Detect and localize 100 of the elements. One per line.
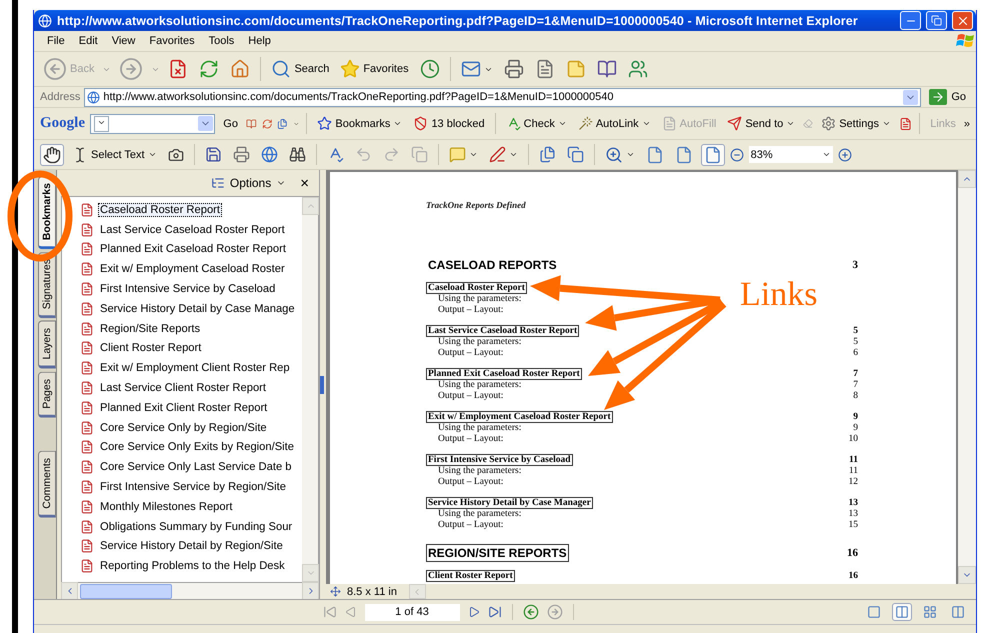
stop-icon [168, 59, 188, 79]
caret-icon [468, 150, 478, 159]
bookmark-icon [80, 559, 94, 574]
side-tab[interactable]: Pages [38, 372, 56, 418]
autolink-button[interactable]: AutoLink [574, 114, 654, 133]
select-text-button[interactable]: Select Text [69, 144, 160, 164]
caret-icon [508, 150, 518, 159]
side-tab[interactable]: Layers [38, 321, 56, 369]
bookmark-item[interactable]: Service History Detail by Case Manage [98, 302, 297, 316]
page-number: 12 [848, 476, 858, 486]
go-back-icon [522, 604, 538, 620]
bookmark-item[interactable]: Core Service Only Last Service Date b [98, 460, 294, 474]
bookmark-item[interactable]: Last Service Client Roster Report [98, 381, 268, 396]
report-link[interactable]: Service History Detail by Case Manager [426, 496, 593, 508]
section-heading[interactable]: REGION/SITE REPORTS [426, 544, 569, 562]
google-search-field[interactable] [90, 114, 216, 134]
bookmark-icon [80, 322, 94, 336]
page-number: 7 [853, 380, 858, 390]
bookmark-icon [80, 500, 94, 514]
bookmark-item[interactable]: Last Service Caseload Roster Report [98, 222, 287, 237]
page-number: 8 [853, 390, 858, 400]
bookmark-item[interactable]: Planned Exit Client Roster Report [98, 400, 270, 415]
bookmark-icon [80, 202, 94, 217]
bookmarks-button[interactable]: Bookmarks [314, 114, 406, 133]
search-button[interactable]: Search [268, 57, 332, 81]
caret-icon [642, 119, 651, 128]
menu-item[interactable]: Help [241, 35, 278, 47]
subsection-label: Using the parameters: [437, 422, 522, 432]
report-link[interactable]: First Intensive Service by Caseload [426, 454, 572, 466]
report-link[interactable]: Planned Exit Caseload Roster Report [426, 368, 582, 380]
menu-item[interactable]: View [104, 35, 142, 47]
floppy-icon [204, 146, 222, 163]
options-button[interactable]: Options [210, 176, 286, 190]
settings-button[interactable]: Settings [818, 114, 894, 133]
bookmark-icon [80, 460, 94, 474]
bookmark-item[interactable]: Exit w/ Employment Caseload Roster [98, 262, 287, 276]
zoom-field[interactable]: 83% [748, 146, 833, 163]
send-icon [727, 116, 742, 131]
caret-icon [393, 119, 402, 128]
page-number: 6 [853, 348, 858, 358]
subsection-label: Output – Layout: [437, 476, 504, 486]
bookmark-icon [80, 480, 94, 494]
page-size-label: 8.5 x 11 in [347, 586, 398, 598]
minimize-button[interactable] [900, 11, 921, 30]
menu-item[interactable]: File [40, 35, 72, 47]
send-to-button[interactable]: Send to [724, 114, 798, 133]
page-layout-button[interactable] [892, 603, 912, 621]
blocked-icon [413, 116, 428, 131]
undo-icon [354, 146, 372, 163]
bookmark-item[interactable]: Core Service Only Exits by Region/Site [98, 440, 296, 454]
splitter-grip[interactable] [320, 376, 324, 394]
report-link[interactable]: Last Service Caseload Roster Report [426, 324, 580, 336]
blocked-button[interactable]: 13 blocked [410, 114, 488, 133]
bookmark-item[interactable]: Service History Detail by Region/Site [98, 539, 285, 554]
report-link[interactable]: Exit w/ Employment Caseload Roster Report [426, 410, 613, 422]
page-number-field[interactable]: 1 of 43 [364, 604, 460, 620]
bookmark-item[interactable]: Monthly Milestones Report [98, 500, 234, 514]
menu-item[interactable]: Tools [202, 35, 242, 47]
binoculars-icon [288, 146, 306, 163]
bookmark-item[interactable]: Exit w/ Employment Client Roster Rep [98, 361, 292, 376]
close-panel-button[interactable]: × [298, 176, 311, 190]
bookmark-item[interactable]: First Intensive Service by Region/Site [98, 480, 288, 494]
google-go-button[interactable]: Go [220, 116, 241, 132]
bookmark-item[interactable]: Client Roster Report [98, 341, 204, 356]
report-link[interactable]: Caseload Roster Report [426, 282, 527, 294]
pages-icon [538, 146, 556, 163]
scrollbar-thumb[interactable] [80, 584, 172, 598]
subsection-label: Using the parameters: [437, 508, 522, 518]
bookmark-item[interactable]: First Intensive Service by Caseload [98, 282, 278, 296]
bookmark-item[interactable]: Planned Exit Caseload Roster Report [98, 242, 288, 256]
scroll-right-button[interactable] [302, 582, 319, 600]
check-button[interactable]: Check [502, 114, 570, 133]
page-view-button[interactable] [700, 144, 725, 166]
caret-icon [786, 119, 796, 128]
restore-button[interactable] [926, 11, 947, 30]
wand-icon [578, 116, 593, 131]
side-tab[interactable]: Bookmarks [38, 176, 56, 250]
close-button[interactable] [952, 11, 973, 30]
bookmark-item[interactable]: Region/Site Reports [98, 322, 202, 336]
menu-item[interactable]: Edit [72, 35, 105, 47]
address-field[interactable]: http://www.atworksolutionsinc.com/documents/TrackOneReporting.pdf?PageID=1&MenuID=1000000540 [84, 88, 922, 106]
subsection-label: Output – Layout: [437, 520, 504, 530]
bookmark-icon [80, 440, 94, 454]
bookmark-item[interactable]: Core Service Only by Region/Site [98, 420, 269, 435]
star-icon [340, 59, 360, 79]
bookmark-item[interactable]: Obligations Summary by Funding Sour [98, 520, 294, 534]
scroll-left-button[interactable] [61, 582, 78, 600]
bookmark-item[interactable]: Caseload Roster Report [98, 202, 222, 217]
hand-tool-button[interactable] [40, 144, 64, 166]
bookmark-item[interactable]: Reporting Problems to the Help Desk [98, 559, 287, 574]
report-link[interactable]: Client Roster Report [426, 570, 515, 582]
side-tab[interactable]: Comments [38, 450, 56, 518]
refresh-icon [199, 59, 220, 79]
page-number: 15 [848, 520, 858, 530]
menu-item[interactable]: Favorites [142, 35, 202, 47]
book-icon [596, 59, 617, 79]
go-button[interactable]: Go [925, 89, 970, 105]
layout-icon [867, 605, 881, 619]
favorites-button[interactable]: Favorites [337, 57, 412, 81]
side-tab[interactable]: Signatures [38, 252, 56, 318]
